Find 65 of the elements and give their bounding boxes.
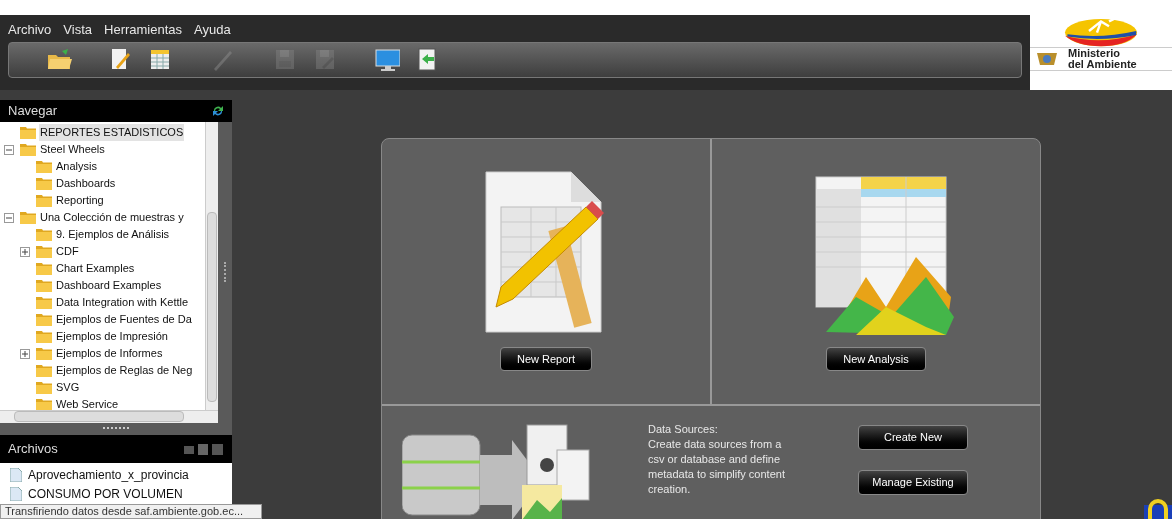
tree-item[interactable]: Reporting <box>55 192 105 209</box>
tree-item[interactable]: CDF <box>55 243 80 260</box>
refresh-icon[interactable] <box>212 105 224 117</box>
monitor-icon[interactable] <box>373 46 401 74</box>
menu-item[interactable]: Archivo <box>8 20 52 42</box>
menu-item[interactable]: Vista <box>63 20 93 42</box>
folder-icon <box>20 211 36 224</box>
splitter-handle[interactable] <box>224 262 226 282</box>
folder-icon <box>20 143 36 156</box>
file-item[interactable]: Aprovechamiento_x_provincia <box>28 465 189 484</box>
data-sources-description: Create data sources from a csv or database and define metadata to simplify content creation. <box>648 437 786 497</box>
folder-icon <box>36 330 52 343</box>
tree-item[interactable]: Chart Examples <box>55 260 136 277</box>
folder-icon <box>36 347 52 360</box>
horizontal-scrollbar[interactable] <box>0 410 218 423</box>
tree-item[interactable]: Data Integration with Kettle <box>55 294 190 311</box>
new-report-button[interactable]: New Report <box>499 347 593 371</box>
file-item[interactable]: CONSUMO POR VOLUMEN <box>28 484 183 503</box>
logo-text: del Ambiente <box>1068 59 1137 70</box>
view-options-icon[interactable] <box>184 443 224 455</box>
collapse-icon[interactable] <box>4 144 14 155</box>
menu-item[interactable]: Ayuda <box>194 20 231 42</box>
tree-item[interactable]: Ejemplos de Impresión <box>55 328 169 345</box>
tree-item[interactable]: Dashboards <box>55 175 117 192</box>
data-sources-title: Data Sources: <box>648 422 719 437</box>
folder-icon <box>36 381 52 394</box>
panel-title: Navegar <box>8 102 58 121</box>
folder-icon <box>36 296 52 309</box>
status-bar: Transfiriendo datos desde saf.ambiente.gob.ec... <box>0 504 262 519</box>
scrollbar[interactable] <box>205 122 218 410</box>
folder-icon <box>36 364 52 377</box>
tree-item[interactable]: Ejemplos de Fuentes de Da <box>55 311 193 328</box>
data-source-button[interactable]: Manage Existing <box>858 470 968 495</box>
tree-item[interactable]: Ejemplos de Informes <box>55 345 164 362</box>
folder-icon <box>36 194 52 207</box>
tree-item[interactable]: Analysis <box>55 158 98 175</box>
new-analysis-button[interactable]: New Analysis <box>826 347 926 371</box>
data-source-button[interactable]: Create New <box>858 425 968 450</box>
folder-icon <box>36 398 52 410</box>
panel-title: Archivos <box>8 440 58 459</box>
folder-icon <box>36 177 52 190</box>
document-icon <box>10 486 22 501</box>
tree-item[interactable]: REPORTES ESTADISTICOS <box>39 124 185 141</box>
tree-item[interactable]: Dashboard Examples <box>55 277 163 294</box>
expand-icon[interactable] <box>20 246 30 257</box>
folder-icon <box>20 126 36 139</box>
tree-item[interactable]: 9. Ejemplos de Análisis <box>55 226 171 243</box>
tree-item[interactable]: Una Colección de muestras y <box>39 209 185 226</box>
folder-icon <box>36 245 52 258</box>
document-icon <box>10 467 22 482</box>
tree-item[interactable]: Steel Wheels <box>39 141 106 158</box>
collapse-icon[interactable] <box>4 212 14 223</box>
splitter-handle[interactable] <box>103 427 129 429</box>
folder-icon <box>36 228 52 241</box>
folder-icon <box>36 279 52 292</box>
expand-icon[interactable] <box>20 348 30 359</box>
folder-icon <box>36 160 52 173</box>
folder-icon <box>36 313 52 326</box>
tree-item[interactable]: Web Service <box>55 396 120 410</box>
lock-icon <box>1144 497 1172 519</box>
folder-icon <box>36 262 52 275</box>
tree-item[interactable]: Ejemplos de Reglas de Neg <box>55 362 194 379</box>
tree-item[interactable]: SVG <box>55 379 81 396</box>
logo-text: Ministerio <box>1068 48 1121 59</box>
menu-item[interactable]: Herramientas <box>104 20 183 42</box>
